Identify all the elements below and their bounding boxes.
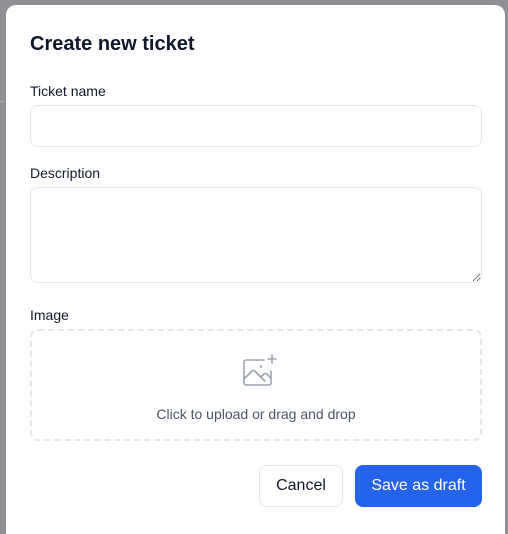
ticket-name-label: Ticket name — [30, 83, 106, 99]
description-label: Description — [30, 165, 101, 181]
cancel-button[interactable]: Cancel — [259, 465, 343, 507]
image-upload-icon — [243, 354, 277, 386]
description-textarea[interactable] — [30, 187, 482, 283]
ticket-name-input[interactable] — [30, 105, 482, 147]
upload-hint-text: Click to upload or drag and drop — [156, 406, 356, 422]
dialog-title: Create new ticket — [30, 33, 195, 55]
image-label: Image — [30, 307, 69, 323]
save-as-draft-button[interactable]: Save as draft — [355, 465, 482, 507]
image-upload-dropzone[interactable]: Click to upload or drag and drop — [30, 329, 482, 441]
create-ticket-dialog: Create new ticket Ticket name Descriptio… — [6, 5, 505, 534]
